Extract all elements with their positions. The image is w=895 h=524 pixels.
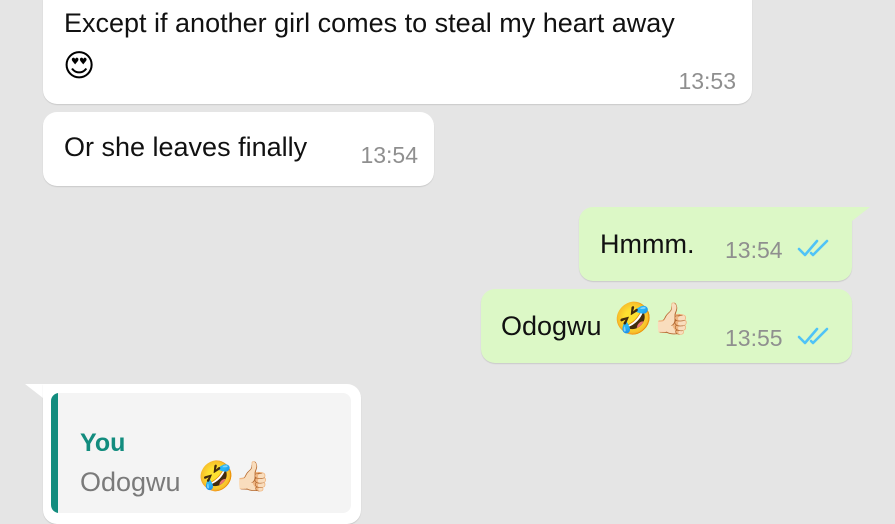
- message-bubble-outgoing[interactable]: Hmmm. 13:54: [579, 207, 852, 281]
- quote-accent-bar: [51, 393, 58, 513]
- bubble-tail: [852, 207, 870, 221]
- message-text: Except if another girl comes to steal my…: [64, 8, 675, 38]
- message-bubble-incoming[interactable]: Except if another girl comes to steal my…: [43, 0, 752, 104]
- message-timestamp: 13:54: [725, 237, 783, 263]
- message-bubble-incoming[interactable]: Or she leaves finally 13:54: [43, 112, 434, 186]
- message-text: Or she leaves finally: [64, 132, 308, 162]
- message-timestamp: 13:54: [360, 142, 418, 168]
- message-timestamp: 13:53: [678, 68, 736, 94]
- rofl-thumbs-up-emoji-icon: 🤣👍🏻: [198, 461, 271, 493]
- rofl-thumbs-up-emoji-icon: 🤣👍🏻: [614, 301, 692, 336]
- double-check-icon: [797, 327, 829, 345]
- quoted-message[interactable]: You Odogwu 🤣👍🏻: [51, 393, 351, 513]
- heart-eyes-emoji-icon: 😍: [63, 48, 96, 83]
- quote-author: You: [80, 429, 126, 457]
- message-timestamp: 13:55: [725, 325, 783, 351]
- bubble-tail: [25, 384, 43, 398]
- message-bubble-incoming-reply[interactable]: You Odogwu 🤣👍🏻: [43, 384, 361, 524]
- message-bubble-outgoing[interactable]: Odogwu 🤣👍🏻 13:55: [481, 289, 852, 363]
- quote-text: Odogwu: [80, 467, 181, 497]
- message-text: Hmmm.: [600, 229, 695, 259]
- message-text: Odogwu: [501, 311, 602, 341]
- double-check-icon: [797, 239, 829, 257]
